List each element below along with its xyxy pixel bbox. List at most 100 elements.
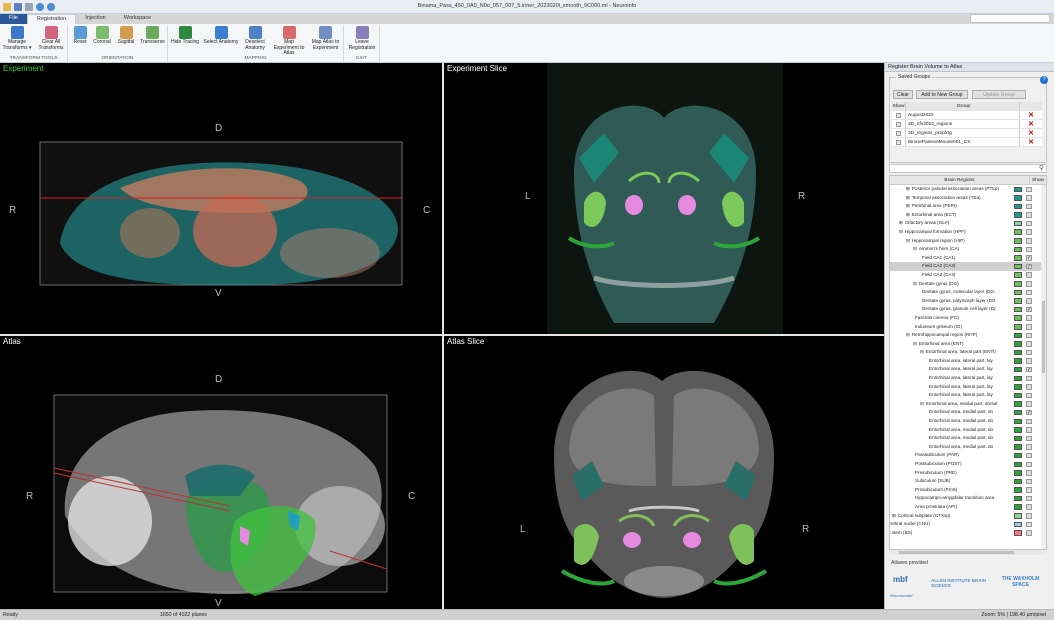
tree-row[interactable]: Postsubiculum (POST) (890, 460, 1046, 469)
show-checkbox[interactable] (896, 140, 901, 145)
tree-row[interactable]: Parasubiculum (PAR) (890, 451, 1046, 460)
table-row[interactable]: August2022 ✕ (892, 111, 1042, 120)
expand-toggle-icon[interactable]: ⊞ (906, 212, 910, 217)
tree-row[interactable]: Entorhinal area, lateral part, lay (890, 357, 1046, 366)
region-color-swatch[interactable] (1014, 487, 1022, 493)
show-checkbox[interactable] (1026, 324, 1032, 330)
tree-row[interactable]: Entorhinal area, lateral part, lay ✓ (890, 365, 1046, 374)
region-color-swatch[interactable] (1014, 409, 1022, 416)
show-checkbox[interactable]: ✓ (1026, 409, 1032, 416)
region-color-swatch[interactable] (1014, 366, 1022, 373)
sagittal-view-button[interactable]: Sagittal (115, 26, 137, 46)
show-checkbox[interactable] (1026, 375, 1032, 382)
expand-toggle-icon[interactable]: ⊟ (913, 246, 917, 251)
show-checkbox[interactable] (1026, 452, 1032, 459)
expand-toggle-icon[interactable]: ⊞ (899, 220, 903, 225)
show-checkbox[interactable] (1026, 349, 1032, 356)
expand-toggle-icon[interactable]: ⊞ (892, 513, 896, 518)
show-checkbox[interactable] (1026, 513, 1032, 519)
tree-row[interactable]: Dentate gyrus, polymorph layer (DG (890, 297, 1046, 306)
region-color-swatch[interactable] (1014, 461, 1022, 467)
table-row[interactable]: 3D_nfv2022_regions ✕ (892, 120, 1042, 129)
region-color-swatch[interactable] (1014, 332, 1022, 339)
show-checkbox[interactable] (1026, 246, 1032, 253)
region-color-swatch[interactable] (1014, 349, 1022, 356)
map-atlas-to-experiment-button[interactable]: Map Atlas to Experiment (309, 26, 342, 51)
help-icon[interactable]: ? (1040, 76, 1048, 84)
tree-row[interactable]: ⊟ Entorhinal area (ENT) (890, 340, 1046, 349)
tree-row[interactable]: ⊟ Retrohippocampal region (RHP) (890, 331, 1046, 340)
manage-transforms-button[interactable]: Manage Transforms ▾ (2, 26, 32, 51)
tree-row[interactable]: Field CA3 (CA3) (890, 271, 1046, 280)
region-color-swatch[interactable] (1014, 384, 1022, 390)
tree-row[interactable]: ⊞ Olfactory areas (OLF) (890, 219, 1046, 228)
transverse-view-button[interactable]: Transverse (139, 26, 166, 46)
region-color-swatch[interactable] (1014, 418, 1022, 425)
show-checkbox[interactable] (1026, 229, 1032, 235)
expand-toggle-icon[interactable]: ⊞ (906, 186, 910, 191)
region-color-swatch[interactable] (1014, 289, 1022, 296)
region-color-swatch[interactable] (1014, 435, 1022, 442)
region-color-swatch[interactable] (1014, 203, 1022, 210)
tree-row[interactable]: Entorhinal area, lateral part, lay (890, 374, 1046, 383)
tree-row[interactable]: Entorhinal area, medial part, do (890, 434, 1046, 443)
tree-row[interactable]: ⊟ Ammon's horn (CA) (890, 245, 1046, 254)
delete-icon[interactable]: ✕ (1020, 129, 1042, 137)
atlas-panel[interactable]: Atlas D V R C (0, 336, 442, 609)
experiment-panel[interactable]: Experiment D V R C (0, 63, 442, 334)
clear-groups-button[interactable]: Clear (893, 90, 913, 99)
region-color-swatch[interactable] (1014, 220, 1022, 227)
region-color-swatch[interactable] (1014, 513, 1022, 519)
delete-icon[interactable]: ✕ (1020, 138, 1042, 146)
hide-tracing-button[interactable]: Hide Tracing (170, 26, 200, 46)
region-color-swatch[interactable] (1014, 324, 1022, 330)
tree-row[interactable]: Induseum griseum (IG) (890, 323, 1046, 332)
tab-file[interactable]: File (0, 14, 27, 24)
tree-row[interactable]: Dentate gyrus, molecular layer (DG- (890, 288, 1046, 297)
tree-row[interactable]: Presubiculum (PRE) (890, 469, 1046, 478)
select-anatomy-button[interactable]: Select Anatomy (203, 26, 239, 46)
experiment-slice-panel[interactable]: Experiment Slice L R (444, 63, 884, 334)
show-checkbox[interactable] (1026, 332, 1032, 339)
tree-row[interactable]: Area prostriata (APr) (890, 503, 1046, 512)
clear-all-transforms-button[interactable]: Clear All Transforms (36, 26, 66, 51)
tree-row[interactable]: Entorhinal area, medial part, do (890, 426, 1046, 435)
show-checkbox[interactable] (1026, 418, 1032, 425)
tab-workspace[interactable]: Workspace (115, 14, 160, 24)
region-color-swatch[interactable] (1014, 444, 1022, 450)
region-color-swatch[interactable] (1014, 470, 1022, 476)
tree-row[interactable]: ⊟ Hippocampal region (HIP) (890, 237, 1046, 246)
tree-row[interactable]: n stem (BS) (890, 529, 1046, 538)
region-color-swatch[interactable] (1014, 495, 1022, 502)
region-color-swatch[interactable] (1014, 263, 1022, 270)
show-checkbox[interactable] (1026, 521, 1032, 528)
region-color-swatch[interactable] (1014, 358, 1022, 364)
region-color-swatch[interactable] (1014, 306, 1022, 313)
show-checkbox[interactable]: ✓ (1026, 255, 1032, 261)
show-checkbox[interactable] (1026, 358, 1032, 364)
region-color-swatch[interactable] (1014, 238, 1022, 244)
reset-view-button[interactable]: Reset (71, 26, 89, 46)
expand-toggle-icon[interactable]: ⊟ (920, 349, 924, 354)
show-checkbox[interactable] (1026, 435, 1032, 442)
expand-toggle-icon[interactable]: ⊟ (913, 281, 917, 286)
tree-row[interactable]: ⊞ Perirhinal area (PERI) (890, 202, 1046, 211)
panel-divider-horizontal[interactable] (0, 334, 884, 336)
tree-row[interactable]: erebral nuclei (CNU) (890, 520, 1046, 529)
region-color-swatch[interactable] (1014, 530, 1022, 536)
coronal-view-button[interactable]: Coronal (91, 26, 113, 46)
show-checkbox[interactable] (1026, 212, 1032, 218)
show-checkbox[interactable] (1026, 470, 1032, 476)
tree-row[interactable]: ⊞ Posterior parietal association areas (P… (890, 185, 1046, 194)
show-checkbox[interactable] (1026, 195, 1032, 201)
tree-horizontal-scrollbar[interactable] (889, 550, 1047, 555)
region-color-swatch[interactable] (1014, 298, 1022, 304)
show-checkbox[interactable] (1026, 238, 1032, 244)
tree-row[interactable]: ⊟ Entorhinal area, medial part, dorsal (890, 400, 1046, 409)
region-color-swatch[interactable] (1014, 195, 1022, 201)
show-checkbox[interactable] (1026, 289, 1032, 296)
tab-registration[interactable]: Registration (26, 14, 77, 24)
region-color-swatch[interactable] (1014, 392, 1022, 399)
expand-toggle-icon[interactable]: ⊟ (906, 332, 910, 337)
show-checkbox[interactable] (1026, 272, 1032, 278)
